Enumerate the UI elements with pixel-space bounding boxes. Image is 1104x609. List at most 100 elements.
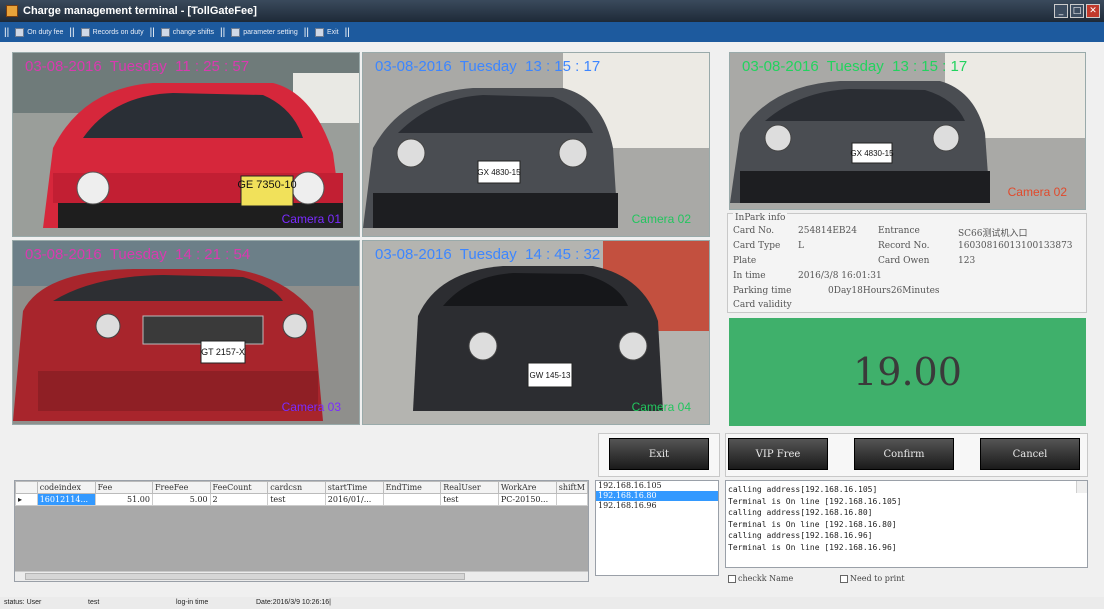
- menu-item-parameter-setting[interactable]: parameter setting: [231, 27, 298, 37]
- column-header[interactable]: FeeCount: [209, 481, 269, 494]
- camera-timestamp: 03-08-2016 Tuesday 14 : 45 : 32: [375, 246, 601, 263]
- camera-panel-01[interactable]: GE 7350-10 03-08-2016 Tuesday 11 : 25 : …: [12, 52, 360, 237]
- shift-icon: [160, 27, 170, 37]
- card-owner-label: Card Owen: [878, 256, 930, 266]
- table-cell[interactable]: [382, 493, 442, 506]
- card-type-label: Card Type: [733, 241, 781, 251]
- checkbox-box[interactable]: [728, 574, 736, 583]
- inpark-legend: InPark info: [733, 213, 788, 223]
- table-cell[interactable]: PC-20150...: [497, 493, 557, 506]
- menu-item-records-on-duty[interactable]: Records on duty: [80, 27, 144, 37]
- vertical-scrollbar[interactable]: [1076, 481, 1087, 493]
- camera-timestamp: 03-08-2016 Tuesday 11 : 25 : 57: [25, 58, 250, 75]
- title-bar: Charge management terminal - [TollGateFe…: [0, 0, 1104, 22]
- log-line: Terminal is On line [192.168.16.105]: [728, 496, 902, 506]
- scrollbar-thumb[interactable]: [25, 573, 465, 580]
- vip-free-button[interactable]: VIP Free: [728, 438, 828, 470]
- window-title: Charge management terminal - [TollGateFe…: [23, 5, 257, 17]
- column-header[interactable]: FreeFee: [151, 481, 211, 494]
- card-owner-value: 123: [958, 256, 976, 266]
- maximize-button[interactable]: □: [1070, 4, 1084, 18]
- list-item[interactable]: 192.168.16.96: [596, 501, 718, 511]
- camera-panel-02[interactable]: GX 4830-15 03-08-2016 Tuesday 13 : 15 : …: [362, 52, 710, 237]
- records-grid[interactable]: codeindex Fee FreeFee FeeCount cardcsn s…: [14, 480, 589, 582]
- record-no-value: 16030816013100133873: [958, 241, 1073, 251]
- records-icon: [80, 27, 90, 37]
- menu-item-exit[interactable]: Exit: [314, 27, 339, 37]
- log-line: calling address[192.168.16.80]: [728, 508, 873, 517]
- document-icon: [15, 27, 25, 37]
- log-line: Terminal is On line [192.168.16.96]: [728, 542, 897, 552]
- column-header[interactable]: codeindex: [36, 481, 96, 494]
- in-time-label: In time: [733, 271, 766, 281]
- main-camera-panel[interactable]: GX 4830-15 03-08-2016 Tuesday 13 : 15 : …: [729, 52, 1086, 210]
- exit-button[interactable]: Exit: [609, 438, 709, 470]
- fee-amount-display: 19.00: [729, 318, 1086, 426]
- status-label: status: User: [4, 599, 42, 606]
- column-header[interactable]: cardcsn: [267, 481, 326, 494]
- app-icon: [6, 5, 18, 17]
- table-cell[interactable]: [555, 493, 588, 506]
- camera-image-01: GE 7350-10: [13, 53, 359, 236]
- table-cell[interactable]: 5.00: [151, 493, 211, 506]
- list-item[interactable]: 192.168.16.80: [596, 491, 718, 501]
- checkbox-box[interactable]: [840, 574, 848, 583]
- camera-plate-text: GT 2157-X: [201, 347, 245, 357]
- card-no-label: Card No.: [733, 226, 775, 236]
- camera-plate-text: GX 4830-15: [477, 168, 521, 177]
- camera-timestamp: 03-08-2016 Tuesday 14 : 21 : 54: [25, 246, 251, 263]
- camera-label: Camera 02: [1007, 185, 1067, 199]
- camera-label: Camera 03: [281, 400, 341, 414]
- grid-header-row: codeindex Fee FreeFee FeeCount cardcsn s…: [15, 481, 588, 494]
- log-line: calling address[192.168.16.96]: [728, 531, 873, 540]
- camera-image-03: GT 2157-X: [13, 241, 359, 424]
- status-bar: status: User test log-in time Date:2016/…: [0, 597, 1104, 609]
- need-print-checkbox[interactable]: Need to print: [840, 574, 905, 583]
- entrance-value: SC66测试机入口: [958, 229, 1028, 239]
- table-cell[interactable]: 2016/01/...: [324, 493, 384, 506]
- column-header[interactable]: Fee: [94, 481, 153, 494]
- column-header[interactable]: startTime: [324, 481, 384, 494]
- connection-log[interactable]: calling address[192.168.16.105] Terminal…: [725, 480, 1088, 568]
- table-row[interactable]: ▸ 16012114... 51.00 5.00 2 test 2016/01/…: [15, 493, 588, 506]
- table-cell[interactable]: 16012114...: [36, 493, 96, 506]
- table-cell[interactable]: test: [440, 493, 499, 506]
- camera-label: Camera 02: [631, 212, 691, 226]
- camera-label: Camera 01: [281, 212, 341, 226]
- card-no-value: 254814EB24: [798, 226, 857, 236]
- minimize-button[interactable]: _: [1054, 4, 1068, 18]
- in-time-value: 2016/3/8 16:01:31: [798, 271, 882, 281]
- list-item[interactable]: 192.168.16.105: [596, 481, 718, 491]
- terminal-ip-list[interactable]: 192.168.16.105 192.168.16.80 192.168.16.…: [595, 480, 719, 576]
- menu-item-change-shifts[interactable]: change shifts: [160, 27, 214, 37]
- camera-timestamp: 03-08-2016 Tuesday 13 : 15 : 17: [742, 58, 968, 75]
- menu-bar: || On duty fee || Records on duty || cha…: [0, 22, 1104, 42]
- column-header[interactable]: WorkAre: [497, 481, 557, 494]
- camera-plate-text: GW 145-13: [530, 371, 571, 380]
- menu-item-on-duty-fee[interactable]: On duty fee: [15, 27, 63, 37]
- status-date: Date:2016/3/9 10:26:16|: [256, 599, 331, 606]
- camera-image-04: GW 145-13: [363, 241, 709, 424]
- table-cell[interactable]: 51.00: [94, 493, 153, 506]
- parking-time-label: Parking time: [733, 286, 792, 296]
- plate-label: Plate: [733, 256, 757, 266]
- confirm-button[interactable]: Confirm: [854, 438, 954, 470]
- check-name-checkbox[interactable]: checkk Name: [728, 574, 793, 583]
- column-header[interactable]: RealUser: [440, 481, 499, 494]
- cancel-button[interactable]: Cancel: [980, 438, 1080, 470]
- app-window: Charge management terminal - [TollGateFe…: [0, 0, 1104, 609]
- table-cell[interactable]: 2: [209, 493, 269, 506]
- horizontal-scrollbar[interactable]: [15, 571, 588, 581]
- status-login-label: log-in time: [176, 599, 209, 606]
- camera-panel-03[interactable]: GT 2157-X 03-08-2016 Tuesday 14 : 21 : 5…: [12, 240, 360, 425]
- record-no-label: Record No.: [878, 241, 930, 251]
- column-header[interactable]: EndTime: [382, 481, 442, 494]
- close-button[interactable]: ✕: [1086, 4, 1100, 18]
- exit-icon: [314, 27, 324, 37]
- camera-panel-04[interactable]: GW 145-13 03-08-2016 Tuesday 14 : 45 : 3…: [362, 240, 710, 425]
- camera-timestamp: 03-08-2016 Tuesday 13 : 15 : 17: [375, 58, 601, 75]
- column-header[interactable]: shiftM: [555, 481, 588, 494]
- table-cell[interactable]: test: [267, 493, 326, 506]
- camera-plate-text: GE 7350-10: [237, 179, 296, 191]
- parking-time-value: 0Day18Hours26Minutes: [828, 286, 940, 296]
